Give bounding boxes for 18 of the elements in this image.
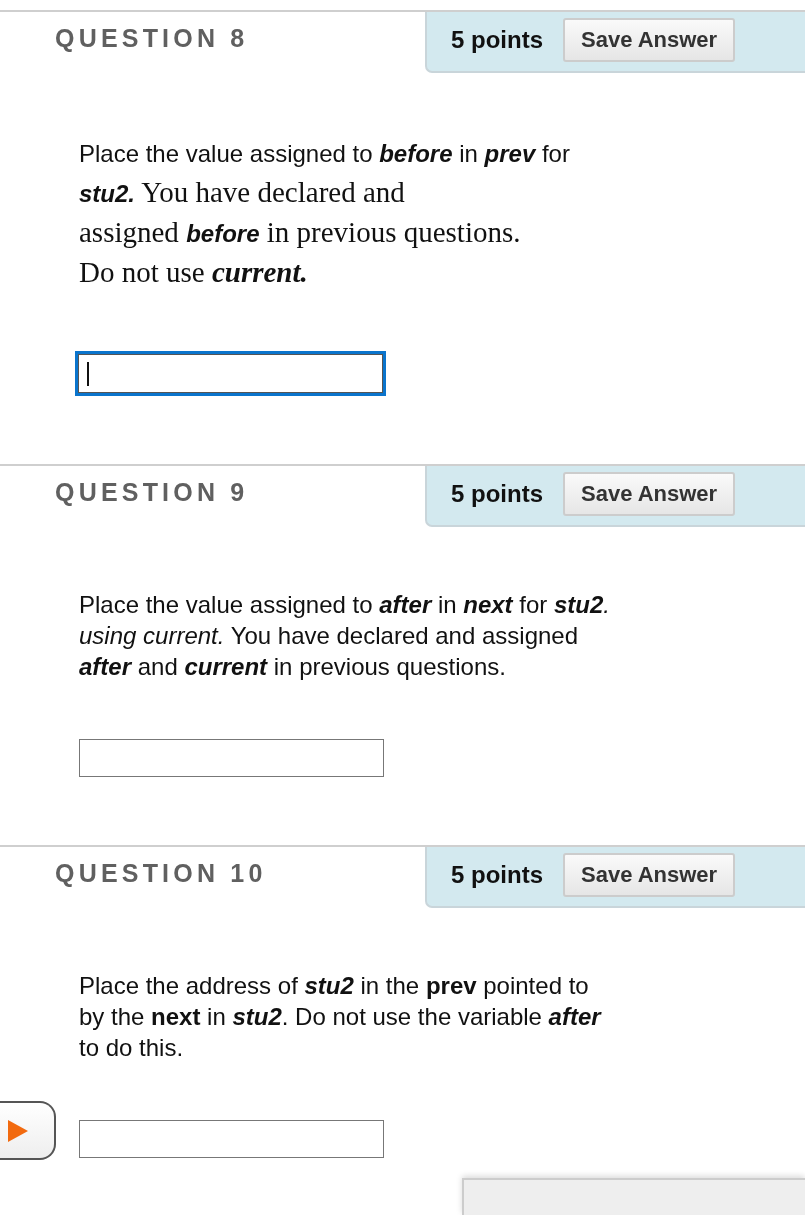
question-title: QUESTION 9 (55, 478, 249, 507)
question-text: Place the value assigned to after in next for stu2. using current. You have declared and assigned after and current in previous questions. (79, 590, 611, 682)
save-answer-button[interactable]: Save Answer (563, 852, 736, 897)
text-cursor (87, 362, 89, 386)
answer-field[interactable] (79, 739, 384, 777)
play-button[interactable] (0, 1101, 56, 1160)
points-label: 5 points (451, 860, 543, 889)
points-label: 5 points (451, 25, 543, 54)
play-icon (8, 1119, 28, 1142)
points-label: 5 points (451, 479, 543, 508)
answer-field[interactable] (79, 1120, 384, 1158)
answer-field[interactable] (75, 351, 386, 396)
question-text: Place the value assigned to before in prev for stu2. You have declared and assigned before in previous questions. Do not use current. (79, 139, 571, 290)
save-answer-button[interactable]: Save Answer (563, 471, 736, 516)
save-answer-button[interactable]: Save Answer (563, 17, 736, 62)
question-title: QUESTION 10 (55, 859, 267, 888)
question-text: Place the address of stu2 in the prev pointed to by the next in stu2. Do not use the variable after to do this. (79, 971, 603, 1063)
question-title: QUESTION 8 (55, 24, 249, 53)
